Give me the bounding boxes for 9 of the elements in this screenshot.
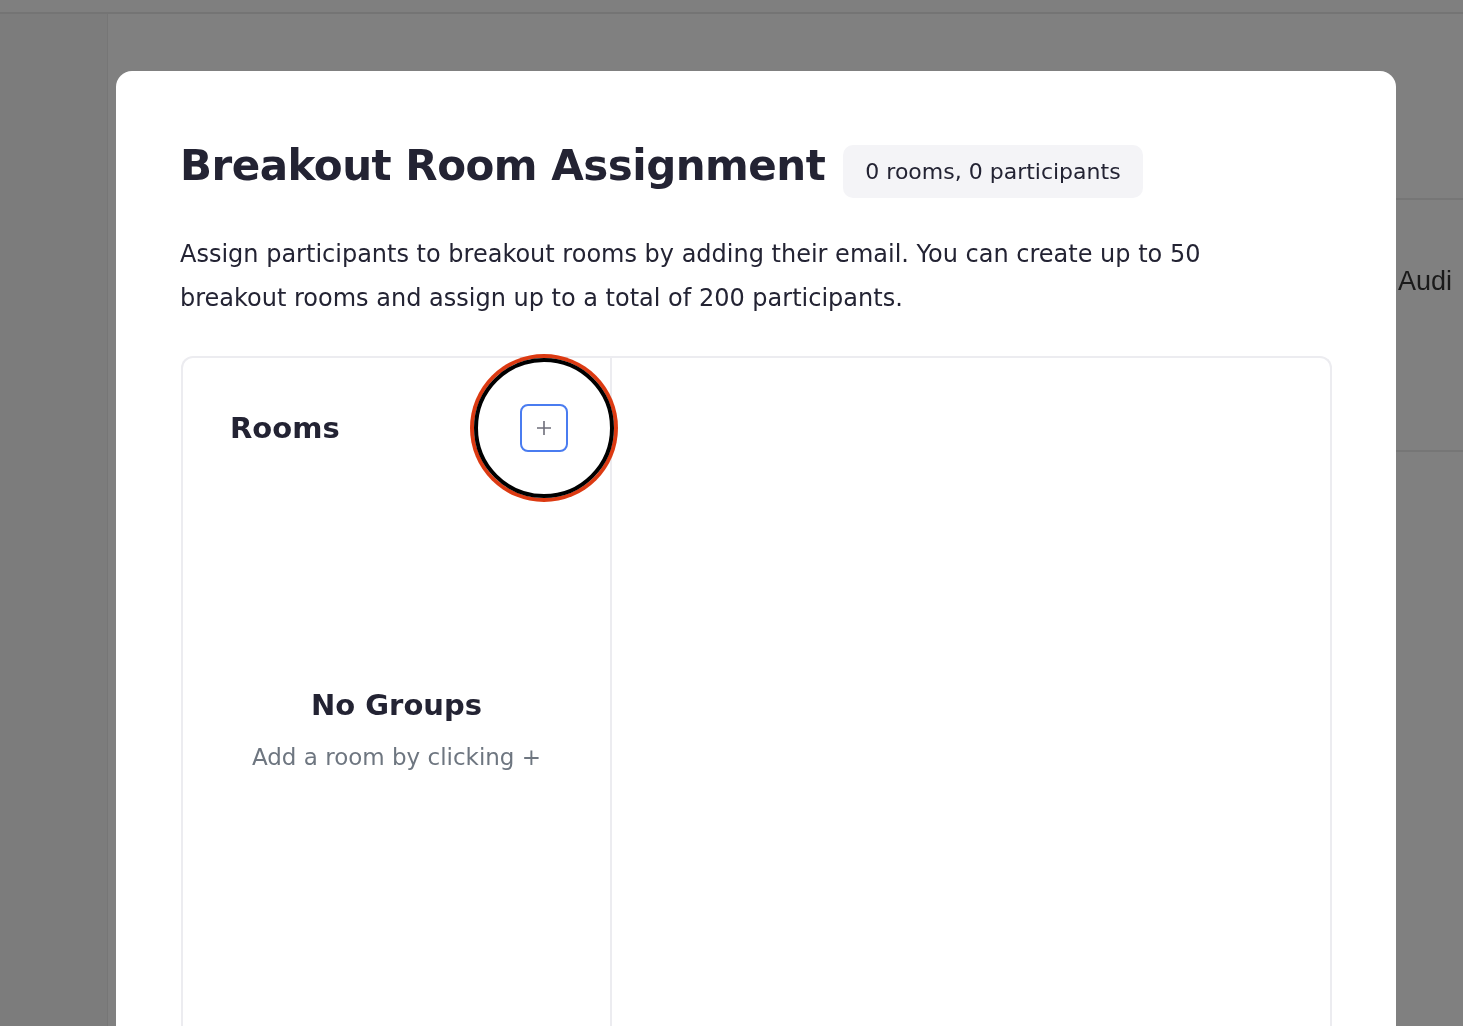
empty-state-hint: Add a room by clicking + xyxy=(251,744,542,770)
background-label: Audi xyxy=(1397,266,1453,297)
count-badge: 0 rooms, 0 participants xyxy=(843,145,1143,198)
plus-icon xyxy=(536,420,552,436)
add-room-button[interactable] xyxy=(520,404,568,452)
dialog-description: Assign participants to breakout rooms by adding their email. You can create up to 50 breakout rooms and assign up to a total of 200 participants. xyxy=(180,239,1202,314)
dialog-title: Breakout Room Assignment xyxy=(180,141,826,190)
empty-state-title: No Groups xyxy=(311,688,482,722)
rooms-heading: Rooms xyxy=(230,411,340,445)
